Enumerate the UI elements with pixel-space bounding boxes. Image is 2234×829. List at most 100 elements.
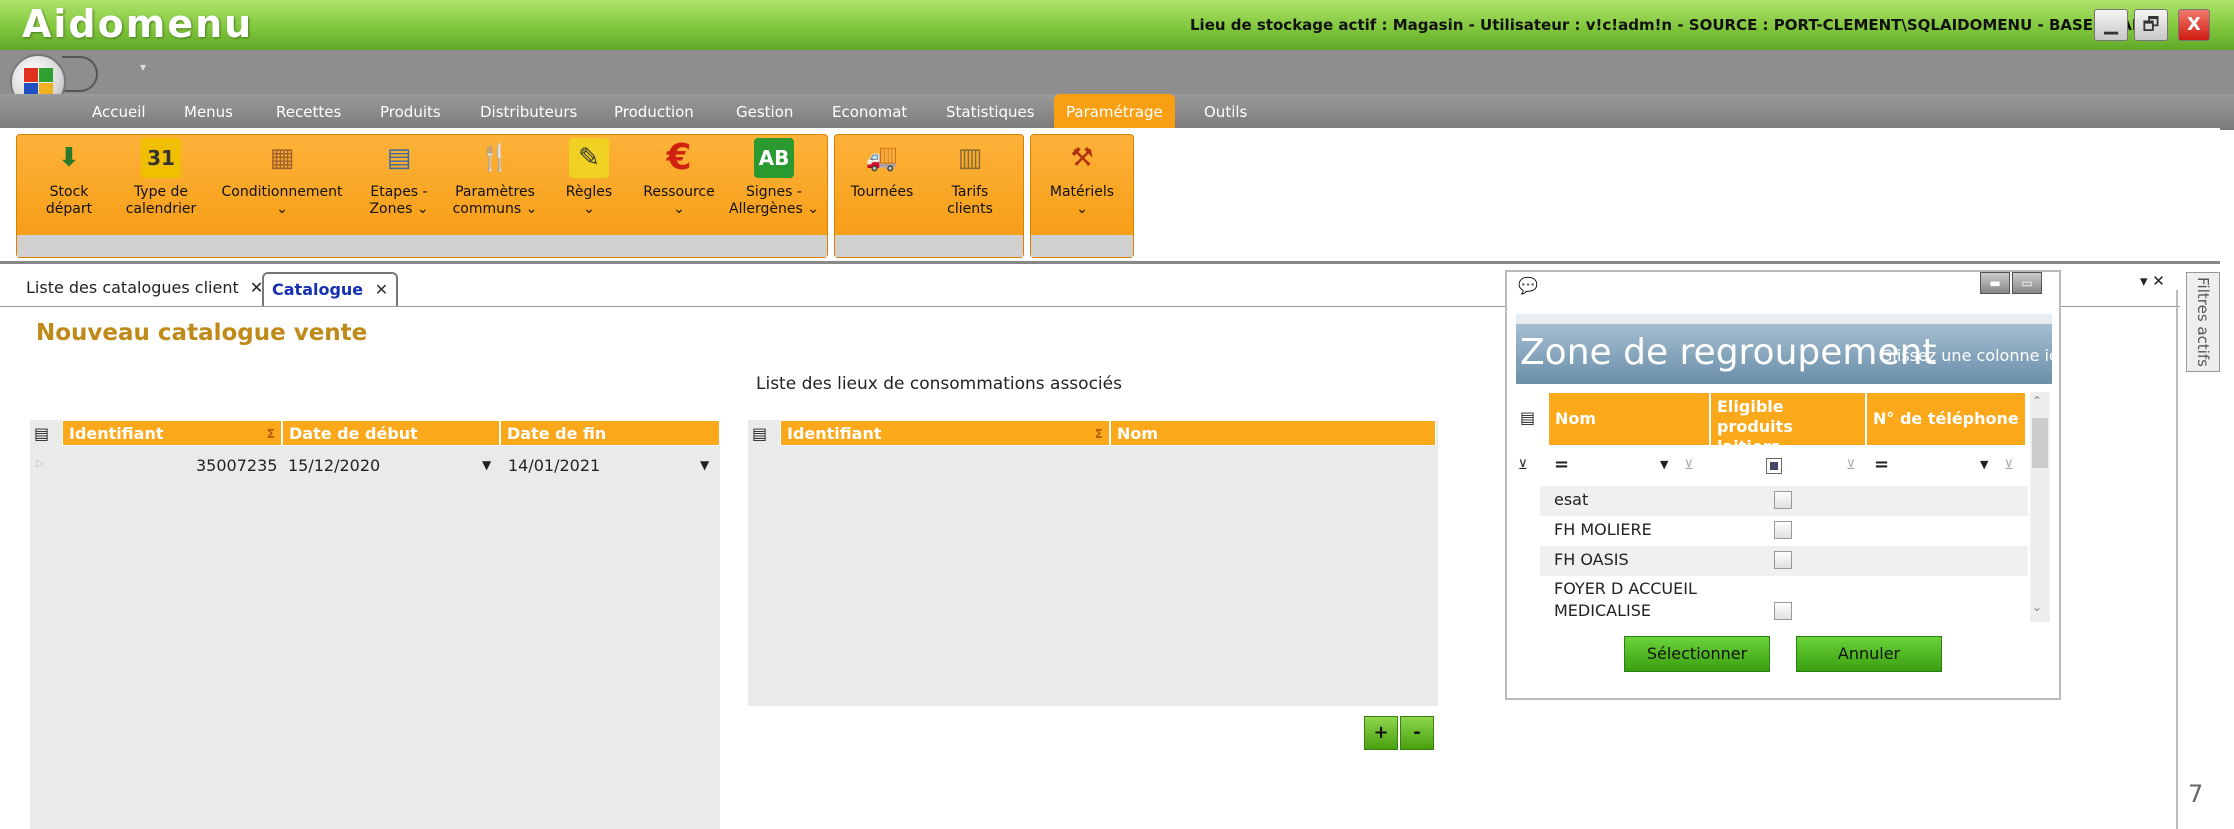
row-indicator-icon: ▷: [36, 458, 44, 469]
stock-icon: ⬇: [58, 143, 80, 173]
remove-button[interactable]: -: [1400, 716, 1434, 750]
ribbon-materiels[interactable]: ⚒ Matériels ⌄: [1040, 138, 1124, 218]
rules-icon: ✎: [569, 138, 609, 178]
group-zone-title: Zone de regroupement: [1520, 332, 1937, 373]
col-header-identifiant[interactable]: Identifiant Σ: [780, 420, 1110, 446]
popup-maximize-button[interactable]: ▭: [2012, 272, 2042, 294]
table-row[interactable]: esat: [1540, 486, 2028, 516]
ribbon-label: Matériels ⌄: [1049, 184, 1115, 217]
table-row[interactable]: FH MOLIERE: [1540, 516, 2028, 546]
row-name: FOYER D ACCUEIL MEDICALISE: [1554, 579, 1697, 620]
ribbon-stock-depart[interactable]: ⬇ Stock départ: [30, 138, 108, 218]
ribbon-conditionnement[interactable]: ▦ Conditionnement ⌄: [214, 138, 350, 218]
menu-produits[interactable]: Produits: [368, 94, 453, 130]
price-list-icon: ▥: [957, 143, 983, 173]
header-label: Identifiant: [787, 424, 882, 443]
date-dropdown-icon[interactable]: ▼: [700, 458, 709, 472]
truck-icon: 🚚: [865, 143, 899, 173]
filter-dropdown-icon[interactable]: ▼: [1980, 458, 1988, 471]
divider: [2176, 290, 2178, 829]
ribbon-label: Etapes - Zones ⌄: [369, 184, 429, 217]
logo-ring: [62, 56, 98, 92]
minimize-button[interactable]: ▁: [2094, 9, 2128, 41]
close-tab-icon[interactable]: ✕: [375, 280, 388, 299]
col-header-telephone[interactable]: N° de téléphone: [1866, 392, 2026, 446]
col-header-eligible[interactable]: Eligible produits laitiers: [1710, 392, 1866, 456]
ribbon-etapes-zones[interactable]: ▤ Etapes - Zones ⌄: [360, 138, 438, 218]
clear-filter-icon[interactable]: ⊻: [1684, 458, 1694, 473]
col-header-date-debut[interactable]: Date de début: [282, 420, 500, 446]
add-button[interactable]: +: [1364, 716, 1398, 750]
menu-distributeurs[interactable]: Distributeurs: [468, 94, 589, 130]
menu-menus[interactable]: Menus: [172, 94, 245, 130]
ribbon-tarifs-clients[interactable]: ▥ Tarifs clients: [930, 138, 1010, 218]
scroll-down-icon[interactable]: ⌄: [2032, 600, 2042, 614]
close-button[interactable]: X: [2178, 9, 2210, 41]
ribbon-regles[interactable]: ✎ Règles ⌄: [556, 138, 622, 218]
ribbon-ressource[interactable]: € Ressource ⌄: [634, 138, 724, 218]
ribbon-tournees[interactable]: 🚚 Tournées: [842, 138, 922, 201]
filter-operator-tel[interactable]: =: [1874, 454, 1889, 475]
pane-pin-close-icon[interactable]: ▾ ✕: [2140, 272, 2165, 290]
zones-icon: ▤: [386, 143, 412, 173]
menu-gestion[interactable]: Gestion: [724, 94, 805, 130]
cancel-button[interactable]: Annuler: [1796, 636, 1942, 672]
col-header-date-fin[interactable]: Date de fin: [500, 420, 720, 446]
filter-operator-nom[interactable]: =: [1554, 454, 1569, 475]
logo-square: [39, 68, 53, 82]
ribbon-signes-allergenes[interactable]: AB Signes - Allergènes ⌄: [728, 138, 820, 218]
filter-dropdown-icon[interactable]: ▼: [1660, 458, 1668, 471]
clear-filter-icon[interactable]: ⊻: [2004, 458, 2014, 473]
eligible-checkbox[interactable]: [1774, 602, 1792, 620]
tab-catalogue[interactable]: Catalogue ✕: [262, 272, 399, 306]
ribbon-label: Conditionnement ⌄: [221, 184, 343, 217]
menu-statistiques[interactable]: Statistiques: [934, 94, 1047, 130]
grid-menu-icon[interactable]: ▤: [1520, 408, 1535, 427]
grid-menu-icon[interactable]: ▤: [752, 424, 767, 443]
menu-outils[interactable]: Outils: [1192, 94, 1259, 130]
date-dropdown-icon[interactable]: ▼: [482, 458, 491, 472]
grid-menu-icon[interactable]: ▤: [34, 424, 49, 443]
tab-label: Catalogue: [272, 280, 364, 299]
filter-checkbox[interactable]: [1766, 458, 1782, 474]
page-number: 7: [2188, 780, 2204, 808]
row-name: esat: [1554, 490, 1589, 509]
menu-parametrage[interactable]: Paramétrage: [1054, 94, 1175, 128]
menu-accueil[interactable]: Accueil: [80, 94, 158, 130]
eligible-checkbox[interactable]: [1774, 551, 1792, 569]
cell-date-fin[interactable]: 14/01/2021: [508, 456, 600, 475]
tab-liste-catalogues[interactable]: Liste des catalogues client ✕: [18, 272, 271, 306]
cell-identifiant[interactable]: 35007235: [196, 456, 277, 475]
ribbon-label: Stock départ: [45, 184, 93, 217]
eligible-checkbox[interactable]: [1774, 521, 1792, 539]
row-name: FH OASIS: [1554, 550, 1629, 569]
sum-icon: Σ: [1094, 427, 1103, 441]
select-button[interactable]: Sélectionner: [1624, 636, 1770, 672]
comment-icon: 💬: [1518, 276, 1538, 295]
col-header-nom[interactable]: Nom: [1110, 420, 1436, 446]
eligible-checkbox[interactable]: [1774, 491, 1792, 509]
menu-production[interactable]: Production: [602, 94, 706, 130]
cell-date-debut[interactable]: 15/12/2020: [288, 456, 380, 475]
tab-label: Liste des catalogues client: [26, 278, 239, 297]
ribbon-label: Tournées: [850, 184, 914, 200]
clear-filter-icon[interactable]: ⊻: [1846, 458, 1856, 473]
table-row[interactable]: FH OASIS: [1540, 546, 2028, 576]
menu-economat[interactable]: Economat: [820, 94, 919, 130]
popup-minimize-button[interactable]: ▬: [1980, 272, 2010, 294]
restore-button[interactable]: 🗗: [2134, 9, 2168, 41]
col-header-nom[interactable]: Nom: [1548, 392, 1710, 446]
quick-access-dropdown-icon[interactable]: ▾: [140, 60, 146, 74]
associated-places-title: Liste des lieux de consommations associé…: [756, 374, 1122, 394]
scroll-thumb[interactable]: [2032, 418, 2048, 468]
menu-recettes[interactable]: Recettes: [264, 94, 353, 130]
table-row[interactable]: FOYER D ACCUEIL MEDICALISE: [1540, 576, 2028, 624]
ribbon-type-calendrier[interactable]: 31 Type de calendrier: [116, 138, 206, 218]
app-title: Aidomenu: [22, 2, 254, 46]
ribbon-label: Paramètres communs ⌄: [452, 184, 538, 217]
scroll-up-icon[interactable]: ⌃: [2032, 394, 2042, 408]
active-filters-tab[interactable]: Filtres actifs: [2186, 272, 2220, 372]
filter-row-icon: ⊻: [1518, 458, 1528, 473]
ribbon-parametres-communs[interactable]: 🍴 Paramètres communs ⌄: [446, 138, 544, 218]
col-header-identifiant[interactable]: Identifiant Σ: [62, 420, 282, 446]
